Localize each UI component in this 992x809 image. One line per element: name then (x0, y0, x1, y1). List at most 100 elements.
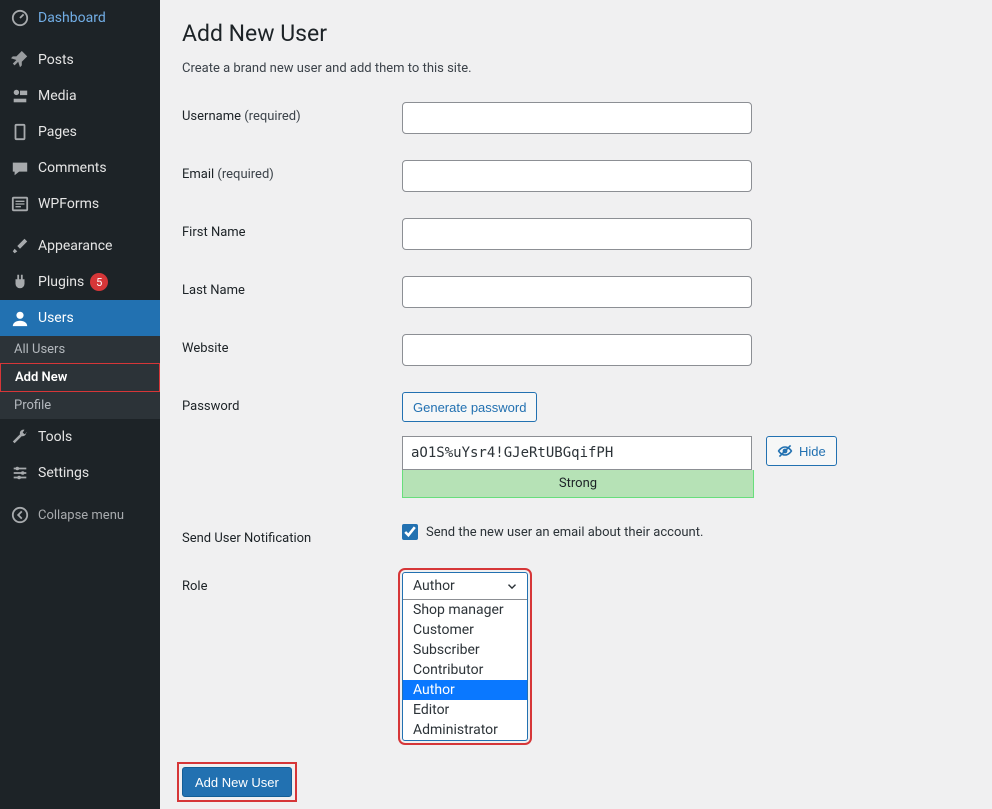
generate-password-button[interactable]: Generate password (402, 392, 537, 422)
firstname-field[interactable] (402, 218, 752, 250)
role-option-label: Customer (413, 622, 474, 638)
form-icon (10, 194, 30, 214)
users-icon (10, 308, 30, 328)
notification-checkbox[interactable] (402, 524, 418, 540)
firstname-row: First Name (182, 218, 972, 250)
collapse-icon (10, 505, 30, 525)
role-option[interactable]: Editor (403, 700, 527, 720)
role-option[interactable]: Shop manager (403, 600, 527, 620)
sidebar-item-label: Plugins (38, 274, 84, 290)
role-option[interactable]: Administrator (403, 720, 527, 740)
notification-text: Send the new user an email about their a… (426, 525, 703, 540)
comment-icon (10, 158, 30, 178)
role-option[interactable]: Contributor (403, 660, 527, 680)
add-new-user-button[interactable]: Add New User (182, 767, 292, 797)
role-option-label: Subscriber (413, 642, 480, 658)
role-option-label: Contributor (413, 662, 483, 678)
pushpin-icon (10, 50, 30, 70)
required-label: (required) (217, 167, 273, 182)
sidebar-item-pages[interactable]: Pages (0, 114, 160, 150)
password-field[interactable] (402, 436, 752, 470)
firstname-label: First Name (182, 225, 246, 240)
sliders-icon (10, 463, 30, 483)
lastname-label: Last Name (182, 283, 245, 298)
lastname-field[interactable] (402, 276, 752, 308)
role-option[interactable]: Customer (403, 620, 527, 640)
email-label: Email (182, 167, 214, 182)
sidebar-item-tools[interactable]: Tools (0, 419, 160, 455)
sidebar-item-dashboard[interactable]: Dashboard (0, 0, 160, 36)
sidebar-item-label: Dashboard (38, 10, 106, 26)
sidebar-item-label: Media (38, 88, 77, 104)
required-label: (required) (244, 109, 300, 124)
generate-label: Generate password (413, 400, 526, 415)
users-submenu: All Users Add New Profile (0, 336, 160, 419)
sidebar-item-label: Posts (38, 52, 74, 68)
sidebar-item-label: Tools (38, 429, 72, 445)
website-field[interactable] (402, 334, 752, 366)
sidebar-item-label: Appearance (38, 238, 112, 254)
submenu-label: Add New (15, 370, 67, 385)
page-icon (10, 122, 30, 142)
role-option-label: Administrator (413, 722, 498, 738)
sidebar-item-comments[interactable]: Comments (0, 150, 160, 186)
sidebar-item-appearance[interactable]: Appearance (0, 228, 160, 264)
chevron-down-icon (505, 579, 519, 593)
page-title: Add New User (182, 20, 972, 47)
email-row: Email (required) (182, 160, 972, 192)
admin-sidebar: Dashboard Posts Media Pages Comments WPF… (0, 0, 160, 809)
lastname-row: Last Name (182, 276, 972, 308)
username-row: Username (required) (182, 102, 972, 134)
role-option[interactable]: Author (403, 680, 527, 700)
plugins-update-badge: 5 (90, 273, 108, 291)
role-label: Role (182, 579, 207, 594)
role-options-list: Shop manager Customer Subscriber Contrib… (403, 599, 527, 740)
password-row: Password Generate password Strong Hide (182, 392, 972, 498)
submenu-label: Profile (14, 398, 51, 413)
role-selected: Author (413, 578, 455, 594)
notification-row: Send User Notification Send the new user… (182, 524, 972, 546)
submit-label: Add New User (195, 775, 279, 790)
sidebar-item-label: Comments (38, 160, 107, 176)
sidebar-item-label: Pages (38, 124, 77, 140)
password-label: Password (182, 399, 239, 414)
sidebar-item-label: Users (38, 310, 74, 326)
collapse-menu-button[interactable]: Collapse menu (0, 497, 160, 533)
role-option-label: Editor (413, 702, 449, 718)
username-label: Username (182, 109, 241, 124)
sidebar-item-settings[interactable]: Settings (0, 455, 160, 491)
plug-icon (10, 272, 30, 292)
website-row: Website (182, 334, 972, 366)
page-description: Create a brand new user and add them to … (182, 61, 972, 76)
sidebar-item-label: WPForms (38, 196, 99, 212)
brush-icon (10, 236, 30, 256)
sidebar-item-posts[interactable]: Posts (0, 42, 160, 78)
submenu-add-new[interactable]: Add New (0, 363, 160, 392)
role-row: Role Author Shop manager Customer Subscr… (182, 572, 972, 741)
submenu-profile[interactable]: Profile (0, 392, 160, 419)
hide-password-button[interactable]: Hide (766, 436, 837, 466)
role-select[interactable]: Author Shop manager Customer Subscriber … (402, 572, 528, 741)
notification-label: Send User Notification (182, 531, 311, 546)
sidebar-item-label: Settings (38, 465, 89, 481)
collapse-label: Collapse menu (38, 508, 124, 523)
eye-off-icon (777, 443, 793, 459)
sidebar-item-wpforms[interactable]: WPForms (0, 186, 160, 222)
role-option[interactable]: Subscriber (403, 640, 527, 660)
password-strength: Strong (402, 470, 754, 498)
username-field[interactable] (402, 102, 752, 134)
sidebar-item-plugins[interactable]: Plugins 5 (0, 264, 160, 300)
wrench-icon (10, 427, 30, 447)
hide-label: Hide (799, 444, 826, 459)
role-option-label: Shop manager (413, 602, 504, 618)
media-icon (10, 86, 30, 106)
dashboard-icon (10, 8, 30, 28)
sidebar-item-media[interactable]: Media (0, 78, 160, 114)
sidebar-item-users[interactable]: Users (0, 300, 160, 336)
submenu-all-users[interactable]: All Users (0, 336, 160, 363)
main-content: Add New User Create a brand new user and… (160, 0, 992, 809)
website-label: Website (182, 341, 229, 356)
role-option-label: Author (413, 682, 455, 698)
email-field[interactable] (402, 160, 752, 192)
submenu-label: All Users (14, 342, 65, 357)
